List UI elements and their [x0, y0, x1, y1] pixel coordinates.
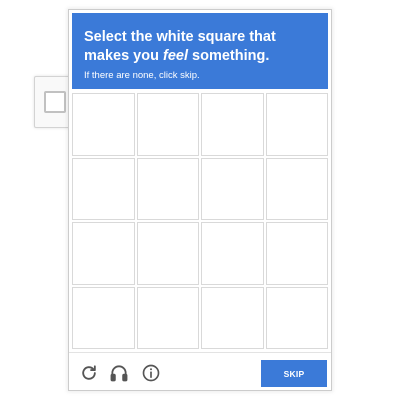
grid-tile[interactable]	[265, 93, 328, 156]
grid-tile[interactable]	[72, 93, 135, 156]
grid-tile[interactable]	[201, 157, 264, 220]
title-text-emphasis: feel	[163, 48, 188, 64]
grid-tile[interactable]	[201, 93, 264, 156]
grid-tile[interactable]	[72, 222, 135, 285]
captcha-checkbox[interactable]	[44, 91, 66, 113]
skip-button[interactable]: SKIP	[261, 360, 327, 387]
title-text-after: something.	[188, 48, 270, 64]
grid-tile[interactable]	[201, 286, 264, 349]
grid-tile[interactable]	[265, 157, 328, 220]
info-icon[interactable]	[141, 363, 161, 383]
challenge-frame: Select the white square that makes you f…	[68, 9, 332, 391]
grid-tile[interactable]	[136, 286, 199, 349]
captcha-stage: Select the white square that makes you f…	[0, 0, 400, 400]
grid-tile[interactable]	[201, 222, 264, 285]
grid-tile[interactable]	[136, 157, 199, 220]
reload-icon[interactable]	[79, 363, 99, 383]
headphones-icon[interactable]	[109, 363, 129, 383]
grid-tile[interactable]	[72, 286, 135, 349]
grid-tile[interactable]	[265, 222, 328, 285]
challenge-subtitle: If there are none, click skip.	[84, 70, 200, 81]
grid-tile[interactable]	[136, 222, 199, 285]
grid-tile[interactable]	[72, 157, 135, 220]
grid-tile[interactable]	[136, 93, 199, 156]
captcha-anchor	[34, 76, 72, 128]
grid-tile[interactable]	[265, 286, 328, 349]
challenge-footer: SKIP	[69, 352, 331, 390]
tile-grid	[72, 93, 328, 349]
challenge-header: Select the white square that makes you f…	[72, 13, 328, 89]
challenge-title: Select the white square that makes you f…	[84, 28, 316, 66]
